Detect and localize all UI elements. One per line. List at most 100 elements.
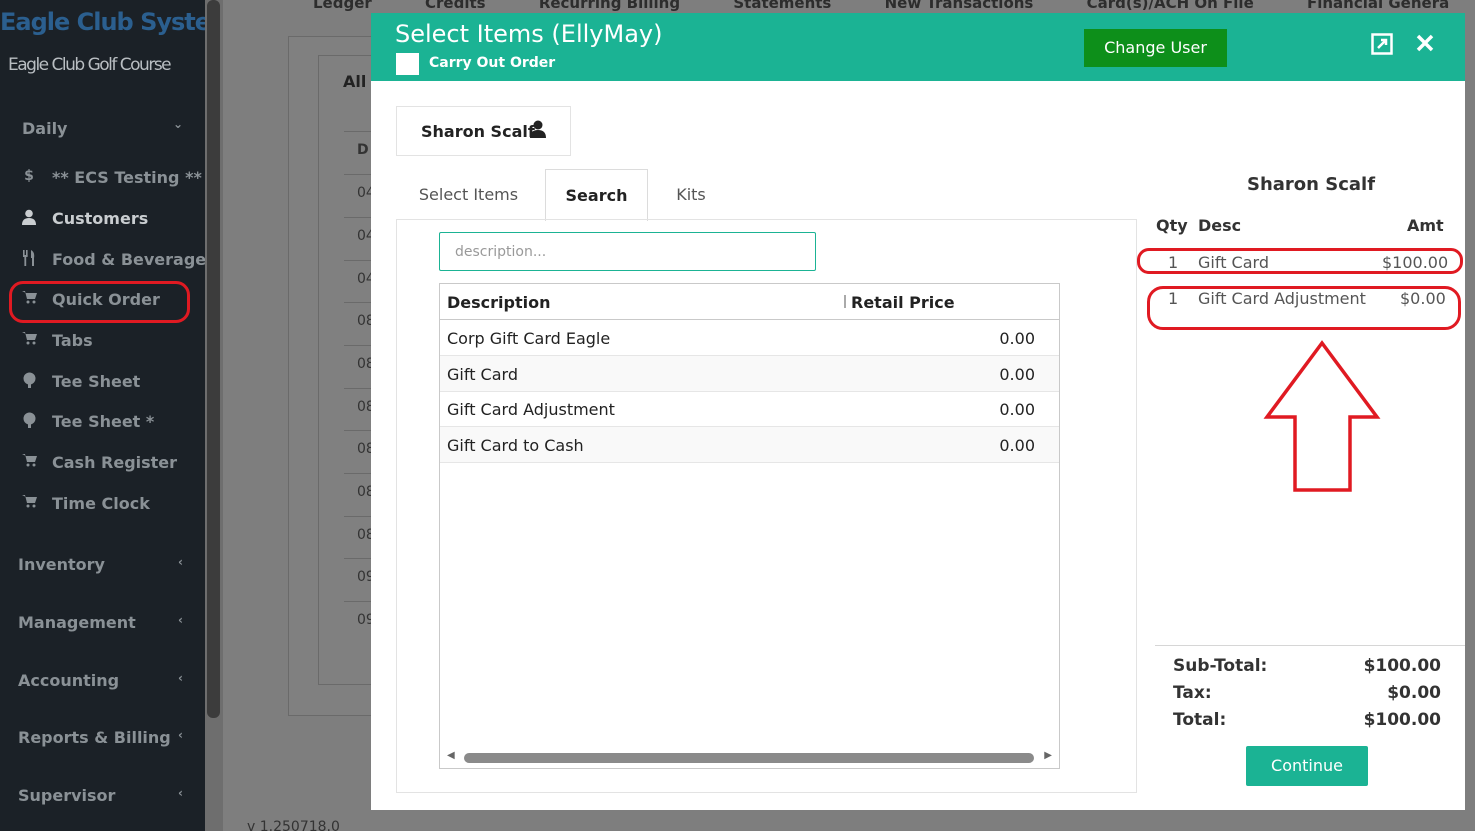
sidebar: Eagle Club Systems Eagle Club Golf Cours… xyxy=(0,0,248,831)
column-resize-handle[interactable] xyxy=(844,295,846,308)
nav-group-accounting[interactable]: Accounting ‹ xyxy=(0,671,205,695)
chevron-down-icon: ⌄ xyxy=(172,117,183,131)
background-row: 09 xyxy=(344,558,375,600)
tax-label: Tax: xyxy=(1173,683,1212,703)
annotation-arrow-icon xyxy=(1263,340,1381,492)
sidebar-item-food-beverage[interactable]: Food & Beverage xyxy=(0,245,206,277)
item-price: 0.00 xyxy=(999,365,1035,384)
golf-ball-icon xyxy=(20,372,38,392)
sidebar-item-tee-sheet-star[interactable]: Tee Sheet * xyxy=(0,407,205,439)
items-grid: Description Retail Price Corp Gift Card … xyxy=(439,283,1060,769)
sidebar-item-tabs[interactable]: Tabs xyxy=(0,326,205,358)
scroll-right-icon[interactable]: ▶ xyxy=(1044,750,1052,761)
chevron-left-icon: ‹ xyxy=(178,728,183,742)
scroll-left-icon[interactable]: ◀ xyxy=(447,750,455,761)
nav-group-label: Accounting xyxy=(18,671,120,690)
nav-group-inventory[interactable]: Inventory ‹ xyxy=(0,555,205,579)
tax-value: $0.00 xyxy=(1387,683,1441,703)
expand-icon[interactable] xyxy=(1371,33,1393,61)
background-all-label: All xyxy=(343,72,367,91)
cart-icon xyxy=(20,494,38,512)
chevron-left-icon: ‹ xyxy=(178,613,183,627)
chevron-left-icon: ‹ xyxy=(178,786,183,800)
order-header-qty: Qty xyxy=(1156,216,1188,235)
club-name: Eagle Club Golf Course xyxy=(8,55,172,75)
nav-group-label: Supervisor xyxy=(18,786,116,805)
nav-group-daily[interactable]: Daily ⌄ xyxy=(0,117,205,143)
sidebar-item-label: Cash Register xyxy=(52,453,178,472)
totals-divider xyxy=(1155,645,1465,646)
user-icon xyxy=(530,120,546,142)
sidebar-item-label: Tabs xyxy=(52,331,93,350)
carry-out-checkbox[interactable] xyxy=(396,53,419,75)
bg-tab-recurring-billing: Recurring Billing xyxy=(538,0,681,12)
background-row: 04 xyxy=(344,217,375,259)
nav-group-label: Reports & Billing xyxy=(18,728,171,747)
continue-button[interactable]: Continue xyxy=(1246,746,1368,786)
background-row: 09 xyxy=(344,601,375,643)
scrollbar-thumb[interactable] xyxy=(464,753,1034,763)
column-header-description[interactable]: Description xyxy=(447,293,550,312)
bg-tab-financial: Financial Genera xyxy=(1306,0,1450,12)
sidebar-item-time-clock[interactable]: Time Clock xyxy=(0,489,205,521)
sidebar-item-label: Customers xyxy=(52,209,149,228)
column-header-retail-price[interactable]: Retail Price xyxy=(851,293,955,312)
annotation-oval-quick-order xyxy=(9,281,190,323)
total-label: Total: xyxy=(1173,710,1227,730)
golf-ball-icon xyxy=(20,412,38,432)
sidebar-item-tee-sheet[interactable]: Tee Sheet xyxy=(0,367,205,399)
total-value: $100.00 xyxy=(1363,710,1441,730)
background-tabs: Ledger Credits Recurring Billing Stateme… xyxy=(313,0,1475,12)
grid-header: Description Retail Price xyxy=(440,284,1059,320)
tab-select-items[interactable]: Select Items xyxy=(396,169,541,221)
close-icon[interactable] xyxy=(1416,33,1434,58)
item-description: Gift Card Adjustment xyxy=(447,400,615,419)
sidebar-item-customers[interactable]: Customers xyxy=(0,204,205,236)
sidebar-item-label: Tee Sheet xyxy=(52,372,141,391)
grid-horizontal-scrollbar[interactable]: ◀ ▶ xyxy=(440,746,1059,768)
bg-tab-ledger: Ledger xyxy=(313,0,372,12)
item-price: 0.00 xyxy=(999,329,1035,348)
app-version: v 1.250718.0 xyxy=(247,819,340,831)
annotation-oval-gift-card xyxy=(1137,248,1463,274)
subtotal-label: Sub-Total: xyxy=(1173,656,1268,676)
bg-tab-new-transactions: New Transactions xyxy=(884,0,1034,12)
sidebar-scrollbar[interactable] xyxy=(207,0,220,718)
sidebar-item-ecs-testing[interactable]: $ ** ECS Testing ** xyxy=(0,163,205,195)
tab-search[interactable]: Search xyxy=(545,169,648,221)
nav-group-reports-billing[interactable]: Reports & Billing ‹ xyxy=(0,728,205,752)
background-row: 08 xyxy=(344,473,375,515)
item-price: 0.00 xyxy=(999,436,1035,455)
background-row: 08 xyxy=(344,516,375,558)
order-header-desc: Desc xyxy=(1198,216,1242,235)
nav-group-label: Daily xyxy=(22,119,68,138)
item-description: Corp Gift Card Eagle xyxy=(447,329,611,348)
chevron-left-icon: ‹ xyxy=(178,555,183,569)
cart-icon xyxy=(20,331,38,349)
description-search-input[interactable] xyxy=(439,232,816,271)
item-description: Gift Card to Cash xyxy=(447,436,584,455)
background-row: 04 xyxy=(344,260,375,302)
order-customer-name: Sharon Scalf xyxy=(1247,174,1376,195)
order-header-amt: Amt xyxy=(1407,216,1444,235)
table-row[interactable]: Corp Gift Card Eagle 0.00 xyxy=(440,320,1059,356)
customer-button[interactable]: Sharon Scalf xyxy=(396,106,571,156)
nav-group-supervisor[interactable]: Supervisor ‹ xyxy=(0,786,205,810)
nav-group-label: Management xyxy=(18,613,136,632)
background-row: 04 xyxy=(344,174,375,216)
sidebar-item-label: Tee Sheet * xyxy=(52,412,155,431)
nav-group-management[interactable]: Management ‹ xyxy=(0,613,205,637)
table-row[interactable]: Gift Card to Cash 0.00 xyxy=(440,427,1059,463)
background-row: 08 xyxy=(344,345,375,387)
customer-name: Sharon Scalf xyxy=(421,122,535,141)
item-price: 0.00 xyxy=(999,400,1035,419)
nav-group-label: Inventory xyxy=(18,555,105,574)
sidebar-item-cash-register[interactable]: Cash Register xyxy=(0,448,205,480)
change-user-button[interactable]: Change User xyxy=(1084,29,1227,67)
tab-kits[interactable]: Kits xyxy=(656,169,726,221)
table-row[interactable]: Gift Card 0.00 xyxy=(440,356,1059,392)
cutlery-icon xyxy=(20,250,38,270)
user-icon xyxy=(20,209,38,229)
table-row[interactable]: Gift Card Adjustment 0.00 xyxy=(440,391,1059,427)
sidebar-item-label: Time Clock xyxy=(52,494,150,513)
